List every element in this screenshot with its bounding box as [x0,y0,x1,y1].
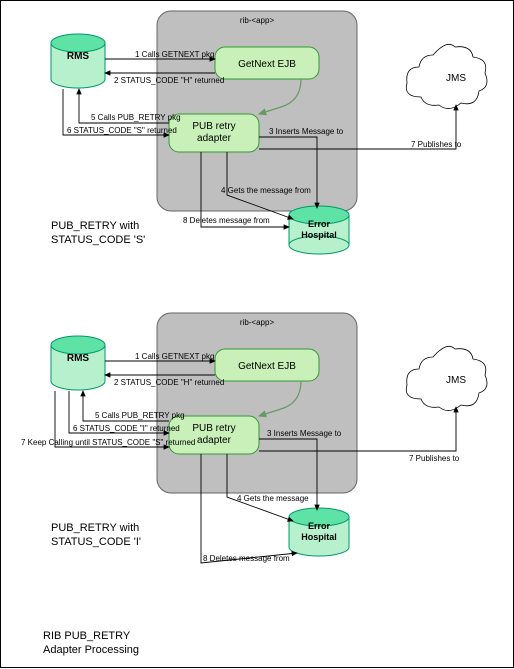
pub-retry-l1-2: PUB retry [192,423,235,434]
error-hospital-l1-2: Error [308,521,331,531]
pub-retry-l1: PUB retry [192,121,235,132]
edge-2-label: 2 STATUS_CODE "H" returned [114,76,224,85]
rib-app-container-2 [157,313,357,493]
jms-cloud-icon-2: JMS [406,346,487,410]
caption-top-l2: STATUS_CODE 'S' [51,234,145,246]
edge-1-label: 1 Calls GETNEXT pkg [135,50,214,59]
rms-db-icon: RMS [51,34,105,88]
edge-7b-label-2: 7 Keep Calling until STATUS_CODE "S" ret… [21,438,195,447]
caption-bot-l2: STATUS_CODE 'I' [51,536,141,548]
edge-3-label-2: 3 Inserts Message to [267,429,342,438]
footer-l1: RIB PUB_RETRY [43,630,131,642]
rms-label-2: RMS [67,353,90,364]
rib-app-label: rib-<app> [240,16,275,25]
pub-retry-l2-2: adapter [197,435,232,446]
edge-8-label: 8 Deletes message from [183,216,270,225]
edge-7-label: 7 Publishes to [411,140,462,149]
edge-7-label-2: 7 Publishes to [409,454,460,463]
error-hospital-db-icon: Error Hospital [289,206,349,254]
getnext-ejb-label: GetNext EJB [238,59,296,70]
pub-retry-l2: adapter [197,133,232,144]
rms-label: RMS [67,51,90,62]
rms-db-icon-2: RMS [51,336,105,390]
jms-label: JMS [446,73,466,84]
edge-2-label-2: 2 STATUS_CODE "H" returned [114,378,224,387]
footer-l2: Adapter Processing [43,644,139,656]
error-hospital-l2-2: Hospital [301,532,337,542]
diagram-top: rib-<app> RMS GetNext EJB PUB retry adap… [51,11,487,254]
edge-5-label-2: 5 Calls PUB_RETRY pkg [95,411,185,420]
caption-bot-l1: PUB_RETRY with [51,522,139,534]
getnext-ejb-label-2: GetNext EJB [238,361,296,372]
error-hospital-l2: Hospital [301,230,337,240]
edge-8-label-2: 8 Deletes message from [203,554,290,563]
jms-cloud-icon: JMS [406,44,487,108]
diagram-bottom: rib-<app> RMS GetNext EJB PUB retry adap… [21,313,487,563]
caption-top-l1: PUB_RETRY with [51,220,139,232]
jms-label-2: JMS [446,375,466,386]
rib-app-container [157,11,357,211]
edge-4-label: 4 Gets the message from [221,186,311,195]
edge-6-label: 6 STATUS_CODE "S" returned [67,126,177,135]
edge-3-label: 3 Inserts Message to [269,127,344,136]
edge-1-label-2: 1 Calls GETNEXT pkg [135,352,214,361]
diagram-page: rib-<app> RMS GetNext EJB PUB retry adap… [0,0,514,668]
error-hospital-db-icon-2: Error Hospital [289,508,349,556]
rib-app-label-2: rib-<app> [240,318,275,327]
edge-4-label-2: 4 Gets the message [237,494,309,503]
error-hospital-l1: Error [308,219,331,229]
edge-6-label-2: 6 STATUS_CODE "I" returned [73,424,180,433]
edge-5-label: 5 Calls PUB_RETRY pkg [91,113,181,122]
